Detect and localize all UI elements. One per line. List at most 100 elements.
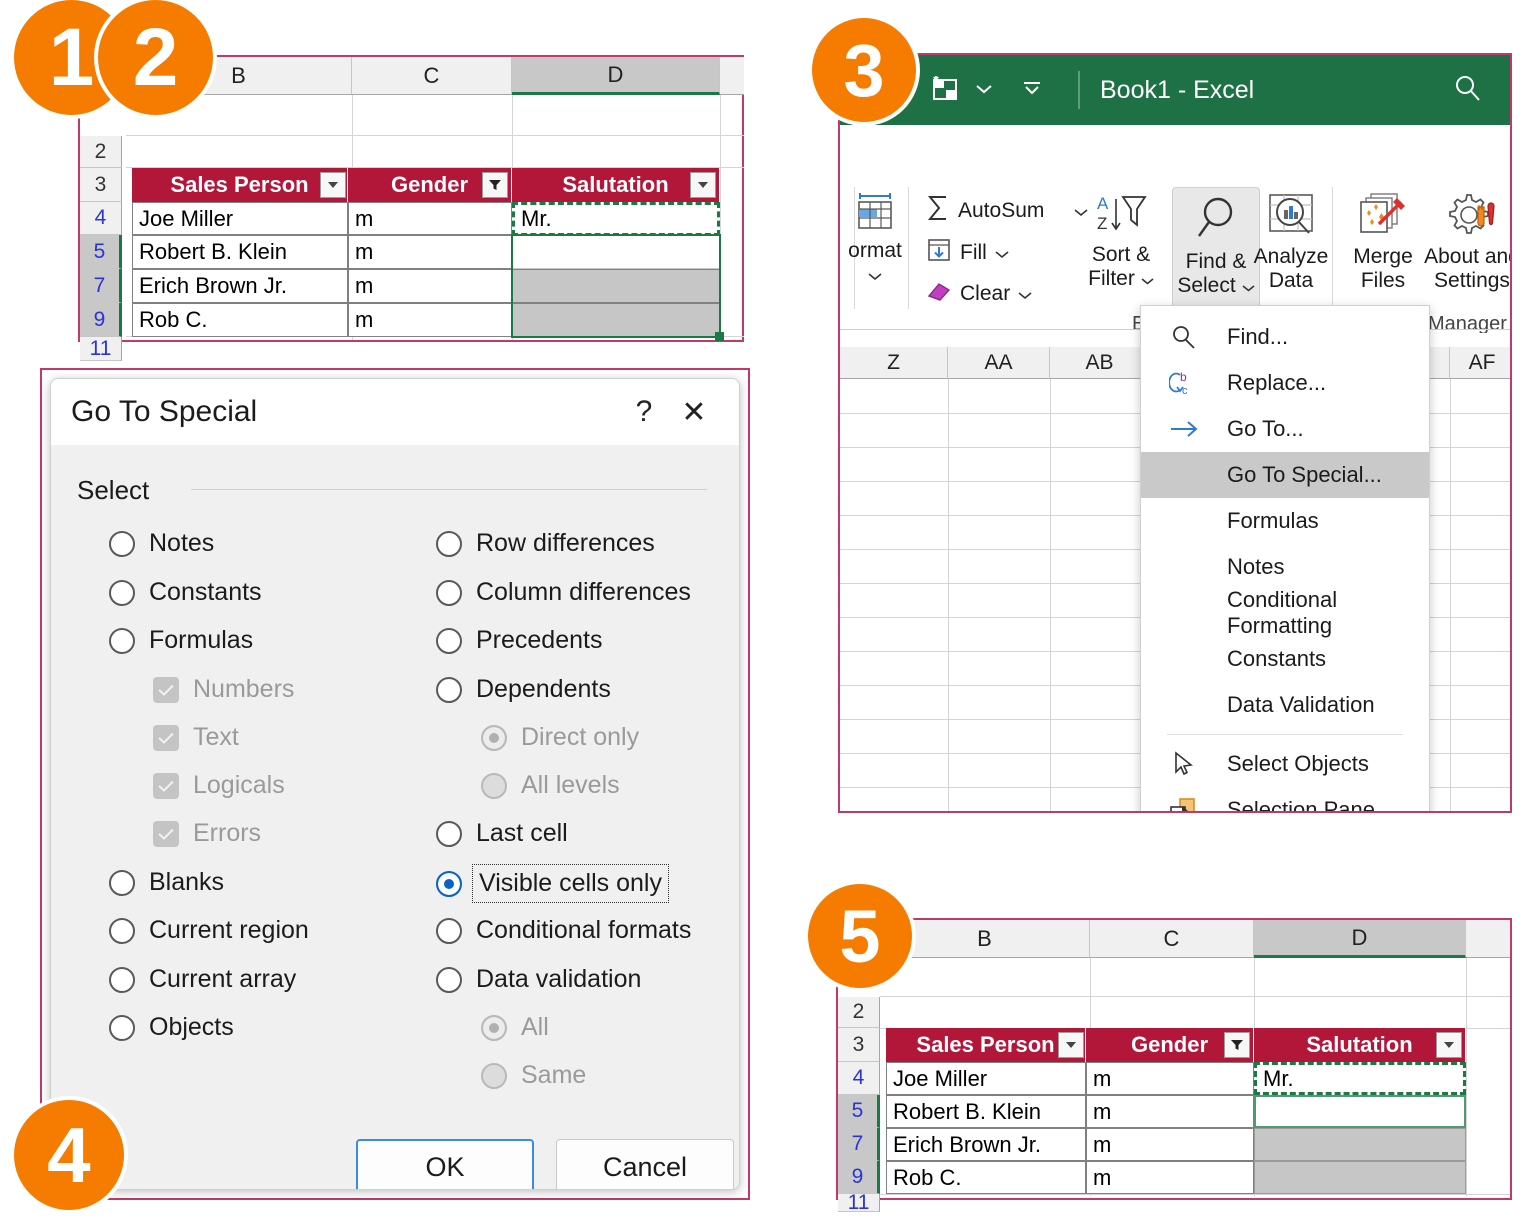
row-header-2-bottom[interactable]: 2	[838, 997, 880, 1028]
cell-c7-bottom[interactable]: m	[1086, 1128, 1254, 1161]
chevron-down-icon[interactable]	[995, 241, 1009, 265]
customize-qat-icon[interactable]	[1022, 80, 1042, 101]
cell-b7[interactable]: Erich Brown Jr.	[132, 269, 348, 303]
menu-item-data-validation[interactable]: Data Validation	[1141, 682, 1429, 728]
cell-d4-copied-bottom[interactable]: Mr.	[1254, 1062, 1466, 1095]
row-header-9[interactable]: 9	[80, 303, 122, 337]
menu-item-find[interactable]: Find...	[1141, 314, 1429, 360]
grid-column-header-aa[interactable]: AA	[948, 347, 1050, 379]
row-header-11[interactable]: 11	[80, 337, 122, 361]
option-label: Direct only	[521, 723, 639, 752]
radio-current-region[interactable]: Current region	[109, 916, 309, 945]
grid-column-header-ab[interactable]: AB	[1050, 347, 1150, 379]
radio-data-validation[interactable]: Data validation	[436, 965, 641, 994]
chevron-down-icon[interactable]	[868, 263, 882, 287]
radio-constants[interactable]: Constants	[109, 578, 262, 607]
cell-d9-bottom[interactable]	[1254, 1161, 1466, 1194]
radio-dependents[interactable]: Dependents	[436, 675, 611, 704]
ok-button[interactable]: OK	[356, 1139, 534, 1190]
menu-item-constants[interactable]: Constants	[1141, 636, 1429, 682]
radio-notes[interactable]: Notes	[109, 529, 214, 558]
autosum-button[interactable]: AutoSum	[926, 195, 1088, 227]
close-icon[interactable]: ✕	[669, 392, 719, 432]
filter-applied-gender[interactable]	[482, 172, 508, 198]
cell-b9[interactable]: Rob C.	[132, 303, 348, 337]
row-header-3[interactable]: 3	[80, 168, 122, 202]
row-header-7[interactable]: 7	[80, 269, 122, 303]
cell-c4[interactable]: m	[348, 202, 512, 235]
filter-applied-gender-bottom[interactable]	[1224, 1032, 1250, 1058]
radio-column-differences[interactable]: Column differences	[436, 578, 691, 607]
row-header-5-bottom[interactable]: 5	[838, 1095, 880, 1128]
menu-item-go-to[interactable]: Go To...	[1141, 406, 1429, 452]
column-header-d-bottom[interactable]: D	[1254, 920, 1466, 958]
cell-c7[interactable]: m	[348, 269, 512, 303]
cell-c9-bottom[interactable]: m	[1086, 1161, 1254, 1194]
cell-b5[interactable]: Robert B. Klein	[132, 235, 348, 269]
cell-b9-bottom[interactable]: Rob C.	[886, 1161, 1086, 1194]
menu-item-notes[interactable]: Notes	[1141, 544, 1429, 590]
cell-d7-bottom[interactable]	[1254, 1128, 1466, 1161]
sort-filter-button[interactable]: A Z Sort & Filter	[1078, 191, 1164, 291]
radio-conditional-formats[interactable]: Conditional formats	[436, 916, 691, 945]
chevron-down-icon[interactable]	[1141, 267, 1154, 291]
menu-item-select-objects[interactable]: Select Objects	[1141, 741, 1429, 787]
cell-b5-bottom[interactable]: Robert B. Klein	[886, 1095, 1086, 1128]
row-header-11-bottom[interactable]: 11	[838, 1194, 880, 1212]
cell-c5-bottom[interactable]: m	[1086, 1095, 1254, 1128]
fill-button[interactable]: Fill	[926, 237, 1009, 269]
row-header-9-bottom[interactable]: 9	[838, 1161, 880, 1194]
help-icon[interactable]: ?	[619, 392, 669, 432]
column-header-d[interactable]: D	[512, 57, 720, 95]
cancel-button[interactable]: Cancel	[556, 1139, 734, 1190]
format-button[interactable]: ormat	[846, 191, 904, 287]
cell-c9[interactable]: m	[348, 303, 512, 337]
radio-row-differences[interactable]: Row differences	[436, 529, 655, 558]
cell-b4[interactable]: Joe Miller	[132, 202, 348, 235]
cell-c5[interactable]: m	[348, 235, 512, 269]
option-label: All levels	[521, 771, 620, 800]
cell-c4-bottom[interactable]: m	[1086, 1062, 1254, 1095]
search-icon[interactable]	[1454, 74, 1482, 107]
grid-column-header-z[interactable]: Z	[840, 347, 948, 379]
menu-item-replace[interactable]: b c Replace...	[1141, 360, 1429, 406]
radio-blanks[interactable]: Blanks	[109, 868, 224, 897]
menu-item-selection-pane[interactable]: Selection Pane...	[1141, 787, 1429, 813]
find-select-button[interactable]: Find & Select	[1172, 187, 1260, 317]
menu-item-formulas[interactable]: Formulas	[1141, 498, 1429, 544]
clear-button[interactable]: Clear	[926, 279, 1032, 309]
column-header-c[interactable]: C	[352, 57, 512, 95]
row-header-4-bottom[interactable]: 4	[838, 1062, 880, 1095]
new-sheet-icon[interactable]	[930, 74, 960, 107]
chevron-down-icon[interactable]	[976, 81, 992, 99]
row-header-2[interactable]: 2	[80, 136, 122, 168]
grid-column-header-af[interactable]: AF	[1450, 347, 1512, 379]
menu-item-conditional-formatting[interactable]: Conditional Formatting	[1141, 590, 1429, 636]
radio-precedents[interactable]: Precedents	[436, 626, 602, 655]
analyze-data-button[interactable]: Analyze Data	[1250, 191, 1332, 293]
row-header-5[interactable]: 5	[80, 235, 122, 269]
row-header-3-bottom[interactable]: 3	[838, 1028, 880, 1062]
chevron-down-icon[interactable]	[1018, 282, 1032, 306]
cell-d4-copied[interactable]: Mr.	[512, 202, 720, 236]
cell-b4-bottom[interactable]: Joe Miller	[886, 1062, 1086, 1095]
radio-formulas[interactable]: Formulas	[109, 626, 253, 655]
filter-dropdown-salutation-bottom[interactable]	[1436, 1032, 1462, 1058]
menu-item-go-to-special[interactable]: Go To Special...	[1141, 452, 1429, 498]
row-header-7-bottom[interactable]: 7	[838, 1128, 880, 1161]
filter-dropdown-sales-person[interactable]	[320, 172, 346, 198]
cell-b7-bottom[interactable]: Erich Brown Jr.	[886, 1128, 1086, 1161]
fill-handle[interactable]	[715, 332, 724, 341]
filter-dropdown-sales-person-bottom[interactable]	[1058, 1032, 1084, 1058]
row-header-4[interactable]: 4	[80, 202, 122, 235]
radio-last-cell[interactable]: Last cell	[436, 819, 568, 848]
cell-d5-bottom-selected[interactable]	[1254, 1095, 1466, 1128]
column-header-c-bottom[interactable]: C	[1090, 920, 1254, 958]
about-settings-button[interactable]: About and Settings	[1422, 191, 1512, 293]
radio-current-array[interactable]: Current array	[109, 965, 296, 994]
radio-objects[interactable]: Objects	[109, 1013, 234, 1042]
radio-visible-cells-only[interactable]: Visible cells only	[436, 868, 665, 899]
merge-files-button[interactable]: Merge Files	[1344, 191, 1422, 293]
filter-dropdown-salutation[interactable]	[690, 172, 716, 198]
option-label: Precedents	[476, 626, 602, 655]
